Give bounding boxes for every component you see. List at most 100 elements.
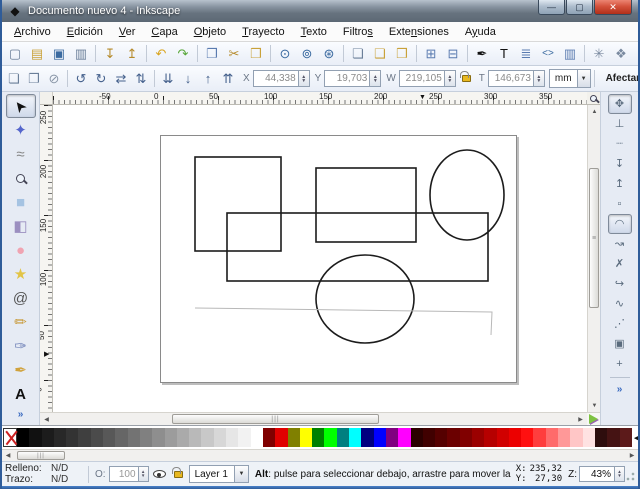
zoom-input[interactable]: 43% bbox=[579, 466, 615, 482]
color-swatch[interactable] bbox=[300, 428, 312, 447]
layer-visibility-eye-icon[interactable] bbox=[153, 470, 166, 478]
color-swatch[interactable] bbox=[435, 428, 447, 447]
paste-button[interactable]: ❒ bbox=[245, 44, 267, 64]
horizontal-scroll-thumb[interactable]: ||| bbox=[172, 414, 379, 424]
color-swatch[interactable] bbox=[546, 428, 558, 447]
create-clone-button[interactable]: ❑ bbox=[369, 44, 391, 64]
cut-button[interactable]: ✂ bbox=[223, 44, 245, 64]
vertical-scrollbar[interactable]: ▲ ≡ ▼ bbox=[587, 105, 600, 412]
y-spinner[interactable]: ▲▼ bbox=[370, 70, 381, 87]
color-swatch[interactable] bbox=[275, 428, 287, 447]
palette-scroll-right-icon[interactable]: ▶ bbox=[626, 452, 638, 459]
palette-left-arrow-icon[interactable]: ◀ bbox=[632, 434, 640, 442]
color-swatch[interactable] bbox=[398, 428, 410, 447]
height-spinner[interactable]: ▲▼ bbox=[534, 70, 545, 87]
select-all-layers-button[interactable]: ❐ bbox=[24, 69, 44, 89]
snap-rotation-center-button[interactable]: + bbox=[608, 354, 632, 374]
color-swatch[interactable] bbox=[312, 428, 324, 447]
color-swatch[interactable] bbox=[607, 428, 619, 447]
color-swatch[interactable] bbox=[29, 428, 41, 447]
palette-scrollbar[interactable]: ◀ ||| ▶ bbox=[2, 449, 638, 461]
x-spinner[interactable]: ▲▼ bbox=[299, 70, 310, 87]
preferences-button[interactable]: ✳ bbox=[588, 44, 610, 64]
color-swatch[interactable] bbox=[521, 428, 533, 447]
snap-path-intersections-button[interactable]: ✗ bbox=[608, 254, 632, 274]
color-swatch[interactable] bbox=[189, 428, 201, 447]
unit-select[interactable]: mm ▼ bbox=[549, 69, 591, 88]
color-swatch[interactable] bbox=[165, 428, 177, 447]
menu-edicion[interactable]: Edición bbox=[59, 24, 111, 40]
import-document-button[interactable]: ↧ bbox=[99, 44, 121, 64]
color-swatch[interactable] bbox=[42, 428, 54, 447]
color-swatch[interactable] bbox=[411, 428, 423, 447]
color-swatch[interactable] bbox=[509, 428, 521, 447]
menu-ayuda[interactable]: Ayuda bbox=[457, 24, 504, 40]
snap-bbox-corners-button[interactable]: ↧ bbox=[608, 154, 632, 174]
menu-ver[interactable]: Ver bbox=[111, 24, 144, 40]
x-input[interactable]: 44,338 bbox=[253, 70, 299, 87]
square-shape[interactable] bbox=[195, 157, 281, 251]
vertical-scroll-thumb[interactable]: ≡ bbox=[589, 168, 599, 308]
rectangle-shape-top[interactable] bbox=[316, 168, 416, 242]
undo-button[interactable]: ↶ bbox=[150, 44, 172, 64]
lock-ratio-icon[interactable] bbox=[462, 75, 471, 82]
unlink-clone-button[interactable]: ❒ bbox=[391, 44, 413, 64]
menu-trayecto[interactable]: Trayecto bbox=[234, 24, 292, 40]
palette-scroll-thumb[interactable]: ||| bbox=[17, 451, 65, 460]
rectangle-shape-wide[interactable] bbox=[227, 213, 488, 281]
menu-objeto[interactable]: Objeto bbox=[186, 24, 234, 40]
align-dialog-button[interactable]: ▥ bbox=[559, 44, 581, 64]
pencil-tool-button[interactable]: ✏ bbox=[6, 310, 36, 334]
color-swatch[interactable] bbox=[620, 428, 632, 447]
palette-scroll-left-icon[interactable]: ◀ bbox=[2, 452, 14, 459]
menu-extensiones[interactable]: Extensiones bbox=[381, 24, 457, 40]
duplicate-button[interactable]: ❏ bbox=[347, 44, 369, 64]
color-swatch[interactable] bbox=[583, 428, 595, 447]
color-swatch[interactable] bbox=[337, 428, 349, 447]
vertical-ruler[interactable]: 250200150100500▶ bbox=[40, 105, 53, 412]
bezier-pen-tool-button[interactable]: ✑ bbox=[6, 334, 36, 358]
color-swatch[interactable] bbox=[17, 428, 29, 447]
color-swatch[interactable] bbox=[251, 428, 263, 447]
lower-to-bottom-button[interactable]: ⇊ bbox=[158, 69, 178, 89]
print-document-button[interactable]: ▥ bbox=[70, 44, 92, 64]
zoom-to-page-button[interactable]: ⊛ bbox=[318, 44, 340, 64]
color-swatch[interactable] bbox=[214, 428, 226, 447]
canvas-viewport[interactable] bbox=[53, 105, 587, 412]
color-swatch[interactable] bbox=[570, 428, 582, 447]
color-swatch[interactable] bbox=[263, 428, 275, 447]
color-swatch[interactable] bbox=[54, 428, 66, 447]
ellipse-shape-right[interactable] bbox=[430, 150, 504, 240]
menu-archivo[interactable]: Archivo bbox=[6, 24, 59, 40]
snap-smooth-nodes-button[interactable]: ∿ bbox=[608, 294, 632, 314]
selector-tool-button[interactable]: ➤ bbox=[6, 94, 36, 118]
circle-shape-bottom[interactable] bbox=[316, 255, 414, 343]
menu-texto[interactable]: Texto bbox=[293, 24, 335, 40]
width-input[interactable]: 219,105 bbox=[399, 70, 445, 87]
snapbar-overflow-chevron[interactable]: » bbox=[617, 384, 623, 395]
snap-to-paths-button[interactable]: ↝ bbox=[608, 234, 632, 254]
toolbox-overflow-chevron[interactable]: » bbox=[18, 409, 24, 420]
rotate-ccw-button[interactable]: ↺ bbox=[71, 69, 91, 89]
color-swatch[interactable] bbox=[349, 428, 361, 447]
color-swatch[interactable] bbox=[484, 428, 496, 447]
width-spinner[interactable]: ▲▼ bbox=[445, 70, 456, 87]
color-swatch[interactable] bbox=[595, 428, 607, 447]
color-swatch[interactable] bbox=[288, 428, 300, 447]
snap-bbox-edge-midpoints-button[interactable]: ↥ bbox=[608, 174, 632, 194]
opacity-spinner[interactable]: ▲▼ bbox=[139, 466, 149, 482]
scroll-down-icon[interactable]: ▼ bbox=[588, 399, 601, 412]
ungroup-objects-button[interactable]: ⊟ bbox=[442, 44, 464, 64]
menu-capa[interactable]: Capa bbox=[143, 24, 185, 40]
save-document-button[interactable]: ▣ bbox=[48, 44, 70, 64]
color-swatch[interactable] bbox=[201, 428, 213, 447]
color-swatch[interactable] bbox=[238, 428, 250, 447]
color-swatch[interactable] bbox=[533, 428, 545, 447]
color-swatch[interactable] bbox=[103, 428, 115, 447]
height-input[interactable]: 146,673 bbox=[488, 70, 534, 87]
new-document-button[interactable]: ▢ bbox=[4, 44, 26, 64]
titlebar[interactable]: ◆ Documento nuevo 4 - Inkscape — ▢ ✕ bbox=[2, 0, 638, 22]
snap-nodes-button[interactable]: ◠ bbox=[608, 214, 632, 234]
zoom-to-drawing-button[interactable]: ⊚ bbox=[296, 44, 318, 64]
scroll-right-icon[interactable]: ▶ bbox=[574, 413, 587, 425]
